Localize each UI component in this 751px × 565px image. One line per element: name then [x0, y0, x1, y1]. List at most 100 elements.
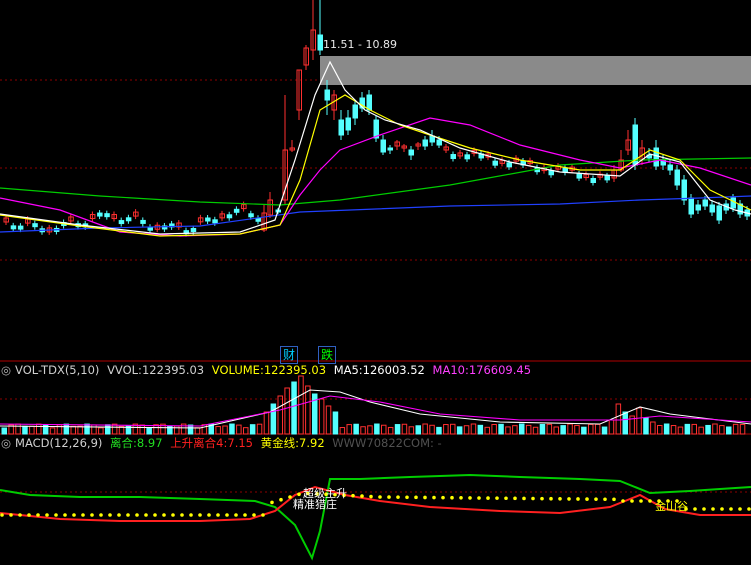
candle-body [709, 204, 715, 213]
line1-label: 离合: [110, 436, 137, 450]
candle-body [702, 199, 708, 207]
macd-pane[interactable]: ◎ MACD(12,26,9) 离合:8.97 上升离合4:7.15 黄金线:7.… [0, 435, 751, 565]
volume-bar [719, 425, 725, 435]
golden-line-dot [63, 513, 67, 517]
ma-blue-line [0, 195, 751, 233]
candle-body [317, 34, 323, 51]
candle-body [492, 160, 498, 166]
golden-line-dot [216, 513, 220, 517]
candlestick-chart[interactable] [0, 0, 751, 362]
macd-header: ◎ MACD(12,26,9) 离合:8.97 上升离合4:7.15 黄金线:7.… [0, 435, 446, 452]
volume-bar [36, 423, 42, 435]
golden-line-dot [540, 496, 544, 501]
candle-body [450, 154, 456, 160]
ma10-label: MA10: [432, 363, 469, 377]
candle-body [695, 204, 701, 211]
volume-bar [546, 423, 553, 435]
golden-line-dot [234, 513, 238, 517]
golden-line-dot [387, 495, 391, 499]
volume-bar [381, 424, 387, 435]
volume-bar [436, 426, 442, 435]
golden-line-dot [567, 497, 571, 501]
volume-bar [374, 423, 380, 435]
golden-line-dot [720, 507, 724, 511]
volume-bar [367, 425, 373, 435]
watermark-text: WWW70822COM: - [332, 436, 442, 450]
golden-line-dot [0, 513, 4, 517]
golden-line-dot [612, 497, 616, 502]
golden-line-dot [126, 513, 130, 517]
candle-body [590, 178, 596, 184]
candle-body [248, 213, 254, 218]
candle-body [653, 147, 659, 167]
candle-body [352, 104, 358, 119]
golden-line-dot [153, 513, 157, 517]
volume-bar [318, 398, 325, 435]
collapse-icon[interactable]: ◎ [1, 363, 11, 377]
golden-line-dot [648, 499, 652, 503]
golden-line-dot [9, 513, 13, 517]
golden-line-dot [117, 513, 121, 517]
candle-body [730, 197, 736, 209]
golden-line-dot [405, 495, 409, 500]
candle-body [17, 225, 24, 230]
line2-value: 7.15 [227, 436, 253, 450]
volume-bar [477, 424, 484, 435]
candle-body [233, 208, 240, 213]
golden-line-dot [513, 496, 517, 501]
golden-line-dot [558, 497, 562, 501]
volume-bar [91, 424, 97, 435]
volume-bar [657, 424, 663, 435]
volume-bar [146, 427, 152, 435]
volume-bar [429, 424, 435, 435]
volume-bar [243, 427, 249, 435]
golden-line-dot [468, 496, 472, 500]
volume-bar [622, 411, 628, 435]
golden-line-dot [486, 496, 490, 500]
macd-chart[interactable] [0, 435, 751, 565]
candle-body [226, 214, 233, 219]
price-chart-pane[interactable]: 11.51 - 10.89 财 跌 [0, 0, 751, 364]
golden-line-dot [594, 497, 598, 501]
candle-body [118, 220, 125, 225]
vvol-value: 122395.03 [141, 363, 205, 377]
volume-bar [663, 423, 670, 435]
volume-bar [670, 425, 677, 435]
volume-bar [636, 407, 642, 435]
volume-bar [353, 423, 359, 435]
price-gap-band [320, 56, 751, 85]
golden-line-dot [207, 513, 211, 517]
volume-bar [256, 423, 263, 435]
volume-bar [360, 426, 366, 435]
golden-line-dot [459, 496, 463, 500]
ma-green-line [0, 157, 751, 206]
golden-line-dot [603, 497, 607, 502]
volume-bar [277, 395, 283, 435]
volume-bar [270, 403, 277, 435]
candle-body [674, 169, 680, 186]
ma5-value: 126003.52 [362, 363, 425, 377]
macd-indicator-name[interactable]: MACD(12,26,9) [15, 436, 102, 450]
volume-bar [284, 387, 290, 435]
ma5-label: MA5: [333, 363, 363, 377]
volume-bar [215, 426, 221, 435]
candle-body [324, 89, 330, 101]
volume-bar [574, 424, 580, 435]
volume-bar [463, 425, 470, 435]
candle-body [681, 179, 687, 201]
golden-line-dot [621, 499, 625, 503]
volume-bar [387, 426, 394, 435]
candle-body [548, 170, 554, 176]
volume-bar [394, 424, 401, 435]
volume-bar [532, 426, 539, 435]
golden-line-dot [396, 495, 400, 499]
volume-bar [1, 427, 7, 435]
macd-line-green [0, 473, 751, 561]
collapse-icon[interactable]: ◎ [1, 436, 11, 450]
candle-body [436, 139, 442, 146]
volume-indicator-name[interactable]: VOL-TDX(5,10) [15, 363, 99, 377]
volume-pane[interactable]: ◎ VOL-TDX(5,10) VVOL:122395.03 VOLUME:122… [0, 362, 751, 435]
volume-bar [29, 425, 35, 435]
volume-bar [194, 427, 201, 435]
golden-line-dot [504, 496, 508, 501]
